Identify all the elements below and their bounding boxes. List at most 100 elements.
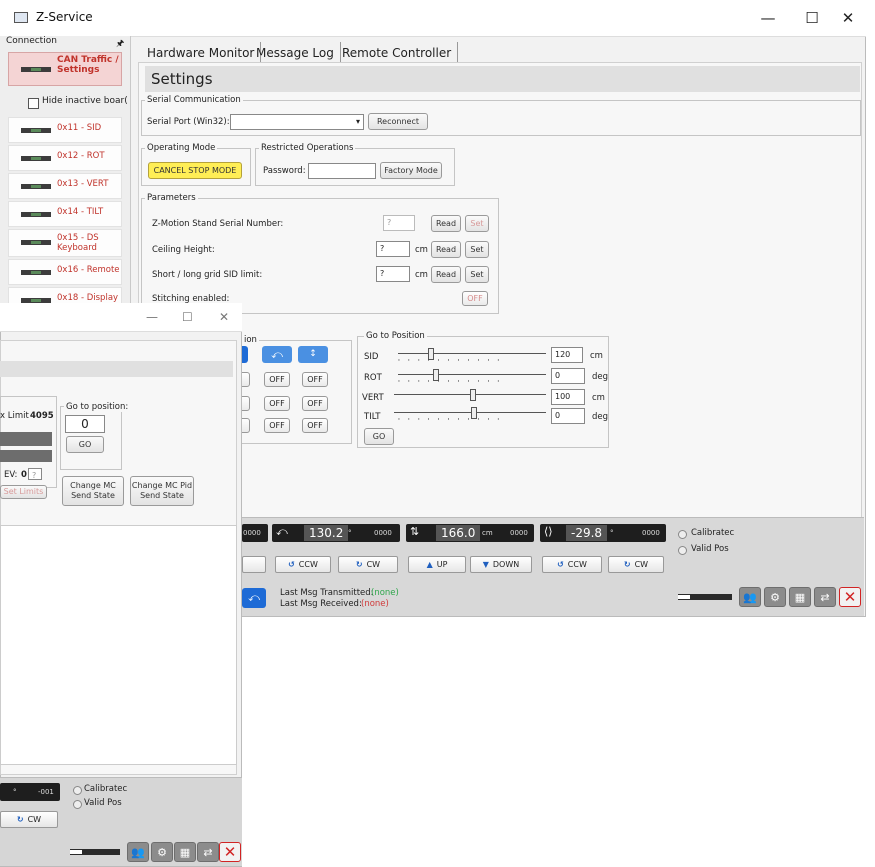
position-legend: ion <box>242 335 259 345</box>
secondary-readout: ° -001 <box>0 783 60 801</box>
change-mc-pid-button[interactable]: Change MC Pid Send State <box>130 476 194 506</box>
vert-slider-handle[interactable] <box>470 389 476 401</box>
button-label: CCW <box>298 560 318 569</box>
sidebar-item-rot[interactable]: 0x12 - ROT <box>8 145 122 171</box>
serial-port-select[interactable]: ▾ <box>230 114 364 130</box>
slider-ticks: ''''''''''' <box>398 417 508 425</box>
close-button[interactable]: ✕ <box>826 6 870 30</box>
secondary-minimize-button[interactable]: — <box>146 310 158 324</box>
secondary-close-button[interactable]: ✕ <box>219 310 229 324</box>
go-button[interactable]: GO <box>364 428 394 445</box>
exit-icon[interactable]: ✕ <box>219 842 241 862</box>
tab-remote-controller[interactable]: Remote Controller <box>336 42 459 64</box>
off-button[interactable]: OFF <box>302 396 328 411</box>
rot-readout-value: 130.2 <box>304 525 349 541</box>
cw-icon: ↻ <box>355 560 363 569</box>
password-label: Password: <box>263 166 306 176</box>
secondary-maximize-button[interactable]: ☐ <box>182 310 193 324</box>
sid-slider[interactable] <box>398 353 546 354</box>
sidebar-item-label: 0x18 - Display <box>57 293 119 303</box>
partial-button[interactable] <box>242 556 266 573</box>
secondary-cw-button[interactable]: ↻ CW <box>0 811 58 828</box>
serial-number-set-button[interactable]: Set <box>465 215 489 232</box>
window-title: Z-Service <box>36 10 93 24</box>
ev-field[interactable]: ? <box>28 468 42 480</box>
ev-value: 0 <box>21 470 27 480</box>
sidebar-item-can-traffic[interactable]: CAN Traffic / Settings <box>8 52 122 86</box>
off-button[interactable]: OFF <box>264 396 290 411</box>
off-button[interactable]: OFF <box>264 418 290 433</box>
minimize-button[interactable]: — <box>746 6 790 30</box>
partial-blue-icon-button[interactable]: ⤺ <box>242 588 266 608</box>
tab-message-log[interactable]: Message Log <box>250 42 341 64</box>
rot-slider[interactable] <box>398 374 546 375</box>
network-icon[interactable]: ⇄ <box>814 587 836 607</box>
slider-ticks: ''''''''''' <box>398 379 508 387</box>
parameters-legend: Parameters <box>145 193 198 203</box>
tilt-target-field[interactable]: 0 <box>551 408 585 424</box>
sidebar-item-sid[interactable]: 0x11 - SID <box>8 117 122 143</box>
calculator-icon[interactable]: ▦ <box>174 842 196 862</box>
sid-target-field[interactable]: 120 <box>551 347 583 363</box>
rotation-icon-button[interactable]: ⤺ <box>262 346 292 363</box>
tilt-ccw-button[interactable]: ↺ CCW <box>542 556 602 573</box>
calculator-icon[interactable]: ▦ <box>789 587 811 607</box>
off-button[interactable]: OFF <box>302 418 328 433</box>
set-limits-button[interactable]: Set Limits <box>0 485 47 499</box>
exit-icon[interactable]: ✕ <box>839 587 861 607</box>
off-button[interactable]: OFF <box>264 372 290 387</box>
limit-label: x Limit <box>0 411 29 421</box>
vert-target-field[interactable]: 100 <box>551 389 585 405</box>
ceiling-height-field[interactable]: ? <box>376 241 410 257</box>
pin-icon[interactable]: 🖈 <box>116 36 124 52</box>
rot-target-field[interactable]: 0 <box>551 368 585 384</box>
rot-cw-button[interactable]: ↻ CW <box>338 556 398 573</box>
password-field[interactable] <box>308 163 376 179</box>
gear-icon[interactable]: ⚙ <box>151 842 173 862</box>
tilt-readout-unit: ° <box>610 529 614 537</box>
reconnect-button[interactable]: Reconnect <box>368 113 428 130</box>
grid-limit-set-button[interactable]: Set <box>465 266 489 283</box>
serial-legend: Serial Communication <box>145 95 243 105</box>
ceiling-height-read-button[interactable]: Read <box>431 241 461 258</box>
down-button[interactable]: ▼ DOWN <box>470 556 532 573</box>
hide-inactive-checkbox[interactable] <box>28 98 39 109</box>
go-to-field[interactable]: 0 <box>65 415 105 433</box>
rot-readout: ⤺ 130.2 ° 0000 <box>272 524 400 542</box>
users-icon[interactable]: 👥 <box>739 587 761 607</box>
tab-hardware-monitor[interactable]: Hardware Monitor <box>141 42 262 64</box>
tilt-label: TILT <box>364 412 381 422</box>
vert-readout: ⇅ 166.0 cm 0000 <box>406 524 534 542</box>
tilt-readout-value: -29.8 <box>566 525 608 541</box>
tilt-cw-button[interactable]: ↻ CW <box>608 556 664 573</box>
tilt-slider[interactable] <box>394 412 546 413</box>
sidebar-header: Connection <box>6 36 57 46</box>
sidebar-item-tilt[interactable]: 0x14 - TILT <box>8 201 122 227</box>
sidebar-item-ds-keyboard[interactable]: 0x15 - DS Keyboard <box>8 229 122 257</box>
secondary-readout-unit: ° <box>13 788 17 796</box>
sidebar-item-vert[interactable]: 0x13 - VERT <box>8 173 122 199</box>
serial-number-read-button[interactable]: Read <box>431 215 461 232</box>
sidebar-item-remote[interactable]: 0x16 - Remote <box>8 259 122 285</box>
led-highlight <box>70 850 82 854</box>
rot-ccw-button[interactable]: ↺ CCW <box>275 556 331 573</box>
sidebar-item-label: 0x13 - VERT <box>57 179 109 189</box>
status-led-icon <box>21 184 51 189</box>
stitching-toggle[interactable]: OFF <box>462 291 488 306</box>
button-label: UP <box>436 560 448 569</box>
up-button[interactable]: ▲ UP <box>408 556 466 573</box>
grid-limit-read-button[interactable]: Read <box>431 266 461 283</box>
change-mc-send-button[interactable]: Change MC Send State <box>62 476 124 506</box>
users-icon[interactable]: 👥 <box>127 842 149 862</box>
ceiling-height-set-button[interactable]: Set <box>465 241 489 258</box>
vertical-icon: ⇅ <box>410 525 420 538</box>
secondary-go-button[interactable]: GO <box>66 436 104 453</box>
gear-icon[interactable]: ⚙ <box>764 587 786 607</box>
cancel-stop-mode-button[interactable]: CANCEL STOP MODE <box>148 162 242 179</box>
off-button[interactable]: OFF <box>302 372 328 387</box>
calibrated-label: Calibratec <box>84 784 128 794</box>
factory-mode-button[interactable]: Factory Mode <box>380 162 442 179</box>
grid-limit-field[interactable]: ? <box>376 266 410 282</box>
vertical-icon-button[interactable]: ↕ <box>298 346 328 363</box>
network-icon[interactable]: ⇄ <box>197 842 219 862</box>
